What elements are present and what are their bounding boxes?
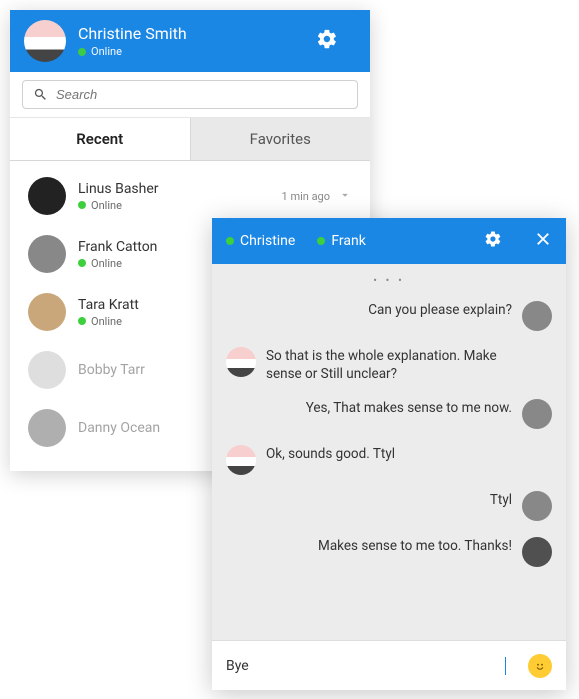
contacts-tabs: Recent Favorites <box>10 118 370 161</box>
chat-header: Christine Frank <box>212 218 566 264</box>
gear-icon <box>316 28 338 50</box>
participant-name: Frank <box>331 233 365 249</box>
current-user-avatar[interactable] <box>24 20 66 62</box>
contact-row[interactable]: Linus Basher Online 1 min ago <box>10 167 370 225</box>
message-avatar[interactable] <box>226 347 256 377</box>
contact-avatar <box>28 293 66 331</box>
participant-name: Christine <box>240 233 295 249</box>
chat-settings-button[interactable] <box>484 230 502 252</box>
gear-icon <box>484 230 502 248</box>
message-row: Makes sense to me too. Thanks! <box>226 537 552 567</box>
contact-avatar <box>28 351 66 389</box>
contact-avatar <box>28 177 66 215</box>
online-dot-icon <box>78 48 86 56</box>
message-row: So that is the whole explanation. Make s… <box>226 347 552 383</box>
message-row: Ttyl <box>226 491 552 521</box>
message-text: Makes sense to me too. Thanks! <box>318 537 512 555</box>
online-dot-icon <box>78 201 86 209</box>
contact-avatar <box>28 409 66 447</box>
online-dot-icon <box>226 237 234 245</box>
chat-window: Christine Frank • • • Can you please exp… <box>212 218 566 690</box>
close-icon <box>534 230 552 248</box>
current-user-status: Online <box>78 45 316 58</box>
contacts-header: Christine Smith Online <box>10 10 370 72</box>
message-avatar[interactable] <box>522 491 552 521</box>
contact-name: Linus Basher <box>78 181 282 197</box>
chat-participant[interactable]: Christine <box>226 233 295 249</box>
message-input[interactable]: Bye <box>226 658 506 674</box>
search-input[interactable] <box>56 87 347 102</box>
expand-button[interactable] <box>338 187 352 206</box>
chat-body: • • • Can you please explain? So that is… <box>212 264 566 640</box>
online-dot-icon <box>78 317 86 325</box>
tab-favorites[interactable]: Favorites <box>191 118 371 160</box>
settings-button[interactable] <box>316 28 338 54</box>
text-cursor-icon <box>505 657 506 675</box>
current-user-status-text: Online <box>91 45 122 58</box>
current-user-name: Christine Smith <box>78 24 316 43</box>
search-bar <box>10 72 370 118</box>
smiley-icon <box>532 658 548 674</box>
chat-participant[interactable]: Frank <box>317 233 365 249</box>
message-row: Ok, sounds good. Ttyl <box>226 445 552 475</box>
message-text: Yes, That makes sense to me now. <box>306 399 512 417</box>
chat-input-bar: Bye <box>212 640 566 690</box>
chat-close-button[interactable] <box>534 230 552 252</box>
message-text: Ttyl <box>490 491 512 509</box>
message-avatar[interactable] <box>226 445 256 475</box>
message-avatar[interactable] <box>522 301 552 331</box>
emoji-button[interactable] <box>528 654 552 678</box>
chevron-down-icon <box>338 188 352 202</box>
message-text: Can you please explain? <box>368 301 512 319</box>
message-text: Ok, sounds good. Ttyl <box>266 445 395 463</box>
more-messages-button[interactable]: • • • <box>226 274 552 287</box>
online-dot-icon <box>78 259 86 267</box>
contact-timestamp: 1 min ago <box>282 190 330 203</box>
message-avatar[interactable] <box>522 537 552 567</box>
message-row: Yes, That makes sense to me now. <box>226 399 552 429</box>
online-dot-icon <box>317 237 325 245</box>
message-row: Can you please explain? <box>226 301 552 331</box>
current-user-block: Christine Smith Online <box>78 24 316 58</box>
tab-recent[interactable]: Recent <box>10 118 191 160</box>
search-field-wrapper[interactable] <box>22 80 358 109</box>
search-icon <box>33 87 48 102</box>
contact-status: Online <box>78 199 282 212</box>
message-avatar[interactable] <box>522 399 552 429</box>
message-text: So that is the whole explanation. Make s… <box>266 347 526 383</box>
contact-avatar <box>28 235 66 273</box>
